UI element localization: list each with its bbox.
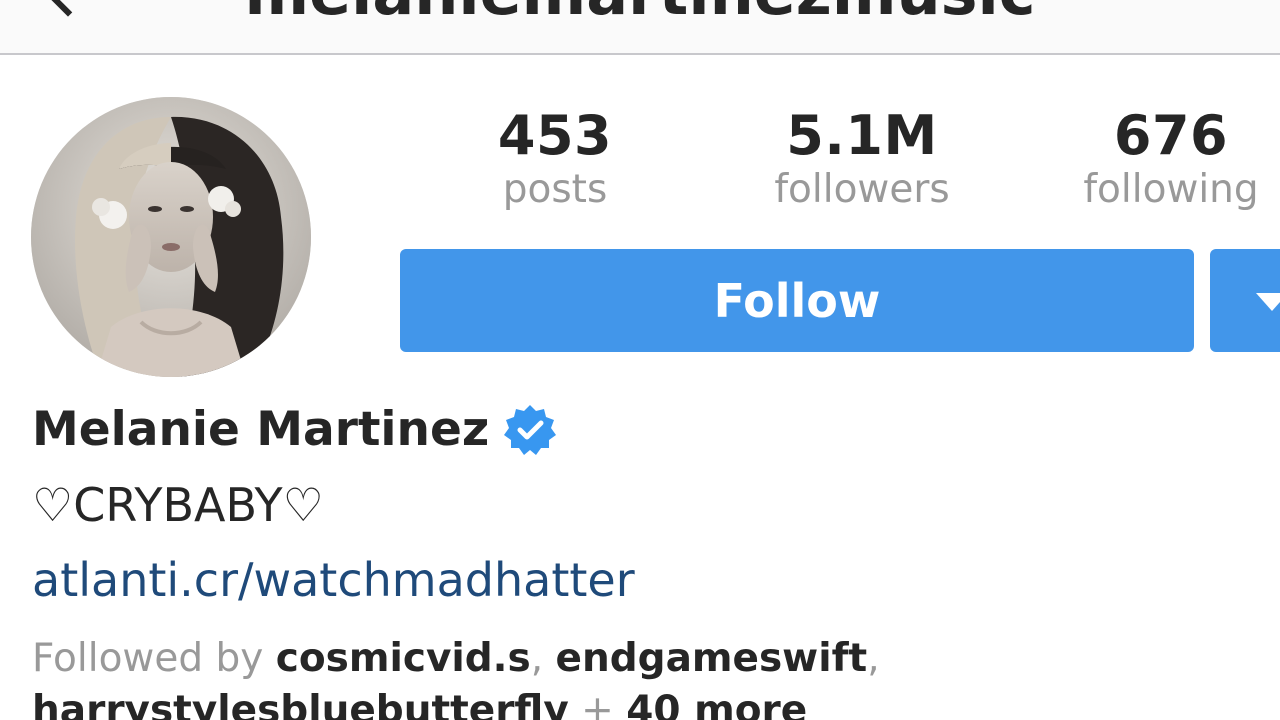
avatar[interactable]	[31, 97, 311, 377]
followed-by-text: Followed by cosmicvid.s, endgameswift, h…	[32, 633, 1272, 720]
suggested-accounts-button[interactable]	[1210, 249, 1280, 352]
avatar-photo	[31, 97, 311, 377]
following-stat[interactable]: 676 following	[1062, 102, 1280, 210]
bio-text: ♡CRYBABY♡	[32, 478, 324, 532]
posts-stat[interactable]: 453 posts	[455, 102, 655, 210]
top-nav-bar: melaniemartinezmusic	[0, 0, 1280, 55]
following-label: following	[1083, 167, 1259, 212]
followed-by-user[interactable]: endgameswift	[556, 636, 868, 681]
followed-by-separator: ,	[867, 636, 880, 681]
bio-link[interactable]: atlanti.cr/watchmadhatter	[32, 553, 635, 607]
followed-by-user[interactable]: harrystylesbluebutterfly	[32, 688, 569, 720]
profile-screen: melaniemartinezmusic	[0, 0, 1280, 720]
followers-label: followers	[774, 167, 950, 212]
nav-username: melaniemartinezmusic	[0, 0, 1280, 29]
followed-by-more-link[interactable]: 40 more	[626, 688, 807, 720]
followed-by-plus: +	[568, 688, 627, 720]
followers-stat[interactable]: 5.1M followers	[742, 102, 982, 210]
follow-button[interactable]: Follow	[400, 249, 1194, 352]
followed-by-user[interactable]: cosmicvid.s	[276, 636, 531, 681]
followed-by-prefix: Followed by	[32, 636, 276, 681]
following-count: 676	[1113, 104, 1229, 167]
verified-badge-icon	[503, 403, 557, 457]
posts-label: posts	[502, 167, 608, 212]
caret-down-icon	[1256, 293, 1280, 311]
full-name-row: Melanie Martinez	[32, 402, 557, 457]
followed-by-separator: ,	[530, 636, 556, 681]
followers-count: 5.1M	[786, 104, 938, 167]
full-name: Melanie Martinez	[32, 402, 490, 457]
posts-count: 453	[497, 104, 613, 167]
